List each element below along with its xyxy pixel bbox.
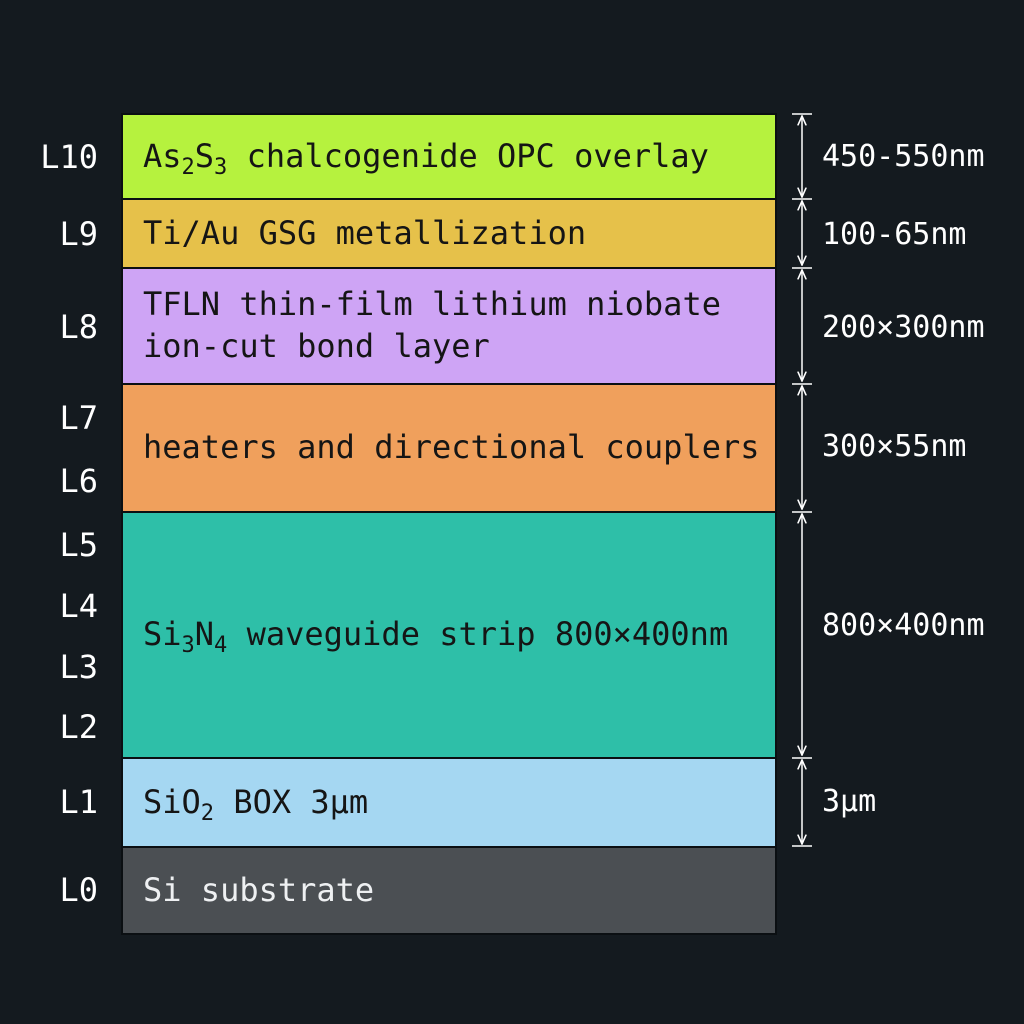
dimension-marker-l1 <box>792 757 812 847</box>
layer-heaters-couplers: heaters and directional couplers <box>121 383 777 513</box>
layer-id-l9: L9 <box>59 215 98 253</box>
dimension-label-l7-l6: 300×55nm <box>822 429 967 464</box>
dimension-label-l1: 3μm <box>822 784 877 819</box>
layer-label: Si substrate <box>143 870 375 909</box>
layer-id-l10: L10 <box>40 138 98 176</box>
layer-id-l3: L3 <box>59 648 98 686</box>
dimension-marker-l5-l2 <box>792 511 812 755</box>
layer-label-line-2: ion-cut bond layer <box>143 327 490 365</box>
layer-si3n4-waveguide: Si3N4 waveguide strip 800×400nm <box>121 511 777 759</box>
dimension-label-l9: 100-65nm <box>822 217 967 252</box>
layer-sio2-box: SiO2 BOX 3μm <box>121 757 777 848</box>
layer-id-l6: L6 <box>59 462 98 500</box>
layer-id-l2: L2 <box>59 708 98 746</box>
layer-tfln-bond: TFLN thin-film lithium niobate ion-cut b… <box>121 267 777 385</box>
dimension-marker-l10 <box>792 113 812 197</box>
layer-id-l0: L0 <box>59 871 98 909</box>
layer-label: Si3N4 waveguide strip 800×400nm <box>143 615 729 659</box>
layer-id-l7: L7 <box>59 399 98 437</box>
layer-id-l5: L5 <box>59 526 98 564</box>
dimension-label-l10: 450-550nm <box>822 139 985 174</box>
layer-id-l8: L8 <box>59 308 98 346</box>
layer-as2s3-overlay: As2S3 chalcogenide OPC overlay <box>121 113 777 200</box>
dimension-label-l8: 200×300nm <box>822 310 985 345</box>
layer-label-line-1: TFLN thin-film lithium niobate <box>143 285 721 324</box>
layer-label: heaters and directional couplers <box>143 428 760 467</box>
layer-id-l4: L4 <box>59 587 98 625</box>
layer-si-substrate: Si substrate <box>121 846 777 935</box>
layer-stack-diagram: As2S3 chalcogenide OPC overlay Ti/Au GSG… <box>0 0 1024 1024</box>
layer-label: SiO2 BOX 3μm <box>143 782 369 826</box>
dimension-marker-l7-l6 <box>792 383 812 509</box>
dimension-marker-l8 <box>792 267 812 381</box>
layer-id-l1: L1 <box>59 783 98 821</box>
layer-label: Ti/Au GSG metallization <box>143 213 587 252</box>
dimension-marker-l9 <box>792 198 812 265</box>
layer-label: TFLN thin-film lithium niobate ion-cut b… <box>143 284 721 367</box>
layer-tiau-metallization: Ti/Au GSG metallization <box>121 198 777 269</box>
layer-label: As2S3 chalcogenide OPC overlay <box>143 136 709 180</box>
dimension-label-l5-l2: 800×400nm <box>822 608 985 643</box>
